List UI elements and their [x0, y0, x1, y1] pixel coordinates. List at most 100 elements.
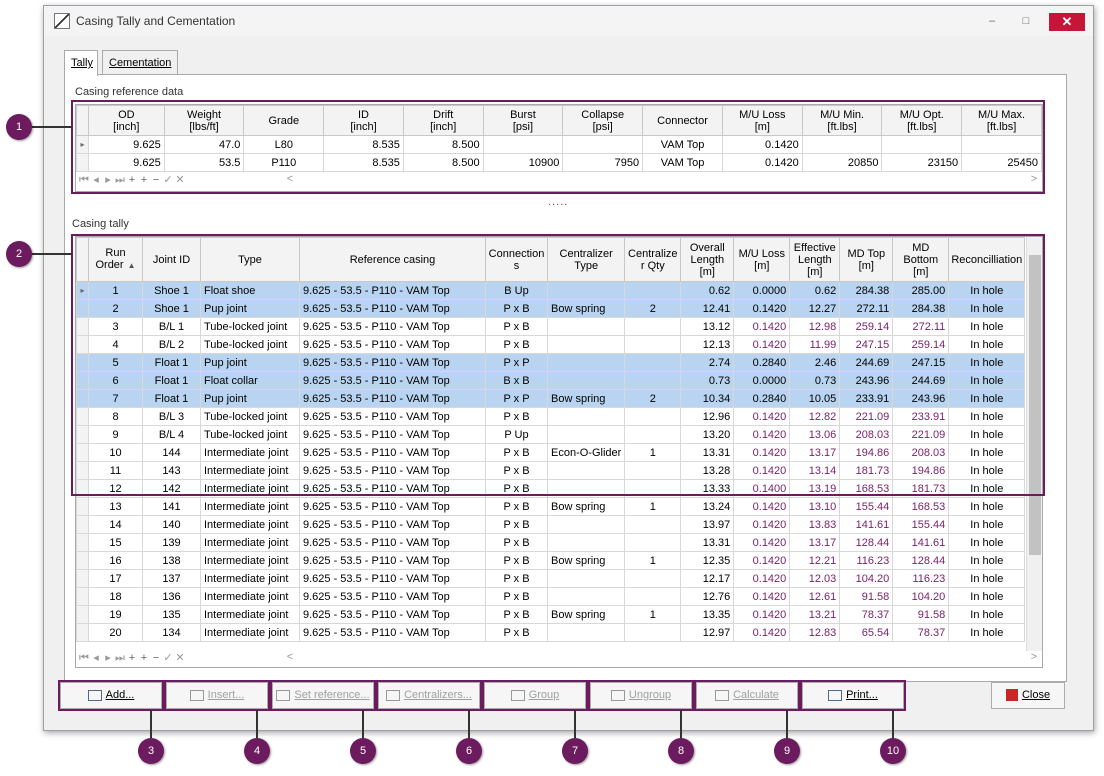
last-record-icon[interactable]: ⏭ — [114, 174, 126, 187]
table-cell[interactable]: P x P — [485, 389, 548, 408]
table-cell[interactable]: 244.69 — [892, 371, 950, 390]
table-cell[interactable]: Econ-O-Glider — [546, 443, 626, 462]
table-cell[interactable]: In hole — [948, 479, 1026, 498]
table-cell[interactable]: 208.03 — [839, 425, 894, 444]
table-cell[interactable]: 9.625 - 53.5 - P110 - VAM Top — [299, 497, 486, 516]
table-cell[interactable]: In hole — [948, 425, 1026, 444]
column-header[interactable]: Connector — [642, 105, 723, 136]
table-cell[interactable] — [546, 479, 626, 498]
table-cell[interactable]: 9.625 - 53.5 - P110 - VAM Top — [299, 389, 486, 408]
table-cell[interactable]: In hole — [948, 623, 1026, 642]
close-window-icon[interactable]: ✕ — [1049, 13, 1085, 31]
table-cell[interactable]: Tube-locked joint — [200, 407, 300, 426]
table-cell[interactable]: 78.37 — [892, 623, 950, 642]
table-cell[interactable]: 7950 — [562, 153, 644, 172]
table-cell[interactable]: 0.0000 — [733, 371, 791, 390]
table-cell[interactable]: 12.97 — [680, 623, 735, 642]
row-indicator[interactable] — [76, 317, 89, 336]
table-cell[interactable] — [624, 623, 682, 642]
table-cell[interactable]: In hole — [948, 371, 1026, 390]
table-cell[interactable]: 9.625 - 53.5 - P110 - VAM Top — [299, 569, 486, 588]
table-cell[interactable]: P x B — [485, 605, 548, 624]
table-cell[interactable]: 13.97 — [680, 515, 735, 534]
close-button[interactable]: Close — [991, 682, 1065, 709]
column-header[interactable]: Grade — [243, 105, 325, 136]
table-cell[interactable]: P x B — [485, 533, 548, 552]
table-cell[interactable]: Shoe 1 — [142, 299, 201, 318]
table-cell[interactable]: 1 — [624, 605, 682, 624]
table-cell[interactable]: 13.17 — [789, 533, 841, 552]
table-row[interactable]: 15 139 Intermediate joint 9.625 - 53.5 - P1… — [76, 533, 1026, 552]
column-header[interactable]: M/U Min. [ft.lbs] — [801, 105, 883, 136]
table-cell[interactable]: 6 — [88, 371, 143, 390]
reference-grid[interactable]: OD [inch] Weight [lbs/ft] Grade ID [inch] Dr… — [75, 104, 1043, 192]
table-cell[interactable]: 13.31 — [680, 533, 735, 552]
table-cell[interactable]: Tube-locked joint — [200, 317, 300, 336]
last-record-icon[interactable]: ⏭ — [114, 652, 126, 665]
table-row[interactable]: 10 144 Intermediate joint 9.625 - 53.5 - P1… — [76, 443, 1026, 462]
insert-record-icon[interactable]: + — [138, 174, 150, 186]
table-cell[interactable]: 10900 — [482, 153, 564, 172]
tab-cementation[interactable]: Cementation — [102, 50, 178, 75]
table-cell[interactable]: 65.54 — [839, 623, 894, 642]
table-cell[interactable]: 2.46 — [789, 353, 841, 372]
table-cell[interactable]: Intermediate joint — [200, 551, 300, 570]
row-indicator[interactable] — [76, 371, 89, 390]
table-cell[interactable] — [546, 515, 626, 534]
table-cell[interactable]: 9.625 - 53.5 - P110 - VAM Top — [299, 605, 486, 624]
table-cell[interactable]: 12.35 — [680, 551, 735, 570]
table-cell[interactable]: 181.73 — [839, 461, 894, 480]
table-cell[interactable]: B/L 2 — [142, 335, 201, 354]
prev-record-icon[interactable]: ◂ — [90, 651, 102, 664]
table-cell[interactable]: 9.625 - 53.5 - P110 - VAM Top — [299, 587, 486, 606]
table-cell[interactable]: 12.61 — [789, 587, 841, 606]
table-cell[interactable]: B x B — [485, 371, 548, 390]
table-cell[interactable]: P x B — [485, 461, 548, 480]
row-indicator[interactable]: ▸ — [76, 135, 89, 154]
table-cell[interactable]: Float shoe — [200, 281, 300, 300]
table-cell[interactable]: Intermediate joint — [200, 497, 300, 516]
table-cell[interactable]: 0.1420 — [733, 443, 791, 462]
row-indicator[interactable] — [76, 389, 89, 408]
table-cell[interactable]: 12.96 — [680, 407, 735, 426]
table-cell[interactable]: 13.12 — [680, 317, 735, 336]
column-header[interactable]: Reconcilliation — [948, 237, 1026, 282]
table-cell[interactable]: 272.11 — [839, 299, 894, 318]
table-cell[interactable]: 244.69 — [839, 353, 894, 372]
table-cell[interactable]: 8 — [88, 407, 143, 426]
tally-vertical-scrollbar[interactable] — [1026, 237, 1042, 651]
table-cell[interactable]: 91.58 — [892, 605, 950, 624]
table-cell[interactable]: 144 — [142, 443, 201, 462]
table-cell[interactable]: Bow spring — [546, 389, 626, 408]
table-cell[interactable]: In hole — [948, 335, 1026, 354]
column-header[interactable]: M/U Loss [m] — [721, 105, 803, 136]
table-cell[interactable]: 12.03 — [789, 569, 841, 588]
table-cell[interactable]: 135 — [142, 605, 201, 624]
table-cell[interactable]: P x B — [485, 551, 548, 570]
table-cell[interactable]: Bow spring — [546, 497, 626, 516]
column-header[interactable]: Drift [inch] — [402, 105, 484, 136]
ungroup-button[interactable]: Ungroup — [590, 682, 692, 709]
table-cell[interactable]: 134 — [142, 623, 201, 642]
table-row[interactable]: 16 138 Intermediate joint 9.625 - 53.5 - P1… — [76, 551, 1026, 570]
table-cell[interactable]: 8.535 — [323, 135, 404, 154]
table-cell[interactable]: P x P — [485, 353, 548, 372]
table-cell[interactable] — [624, 335, 682, 354]
minimize-icon[interactable]: – — [977, 12, 1007, 30]
table-cell[interactable]: Bow spring — [546, 299, 626, 318]
first-record-icon[interactable]: ⏮ — [78, 174, 90, 187]
table-row[interactable]: 5 Float 1 Pup joint 9.625 - 53.5 - P110 - V… — [76, 353, 1026, 372]
table-cell[interactable]: 9.625 - 53.5 - P110 - VAM Top — [299, 425, 486, 444]
table-cell[interactable]: In hole — [948, 281, 1026, 300]
table-cell[interactable]: 20 — [88, 623, 143, 642]
table-cell[interactable]: 9.625 - 53.5 - P110 - VAM Top — [299, 335, 486, 354]
table-cell[interactable]: 11 — [88, 461, 143, 480]
table-cell[interactable]: Bow spring — [546, 605, 626, 624]
table-cell[interactable]: Intermediate joint — [200, 461, 300, 480]
table-cell[interactable]: 0.1420 — [733, 587, 791, 606]
table-cell[interactable] — [546, 281, 626, 300]
table-cell[interactable]: 139 — [142, 533, 201, 552]
insert-button[interactable]: Insert... — [166, 682, 268, 709]
delete-record-icon[interactable]: − — [150, 652, 162, 664]
table-cell[interactable]: 13 — [88, 497, 143, 516]
